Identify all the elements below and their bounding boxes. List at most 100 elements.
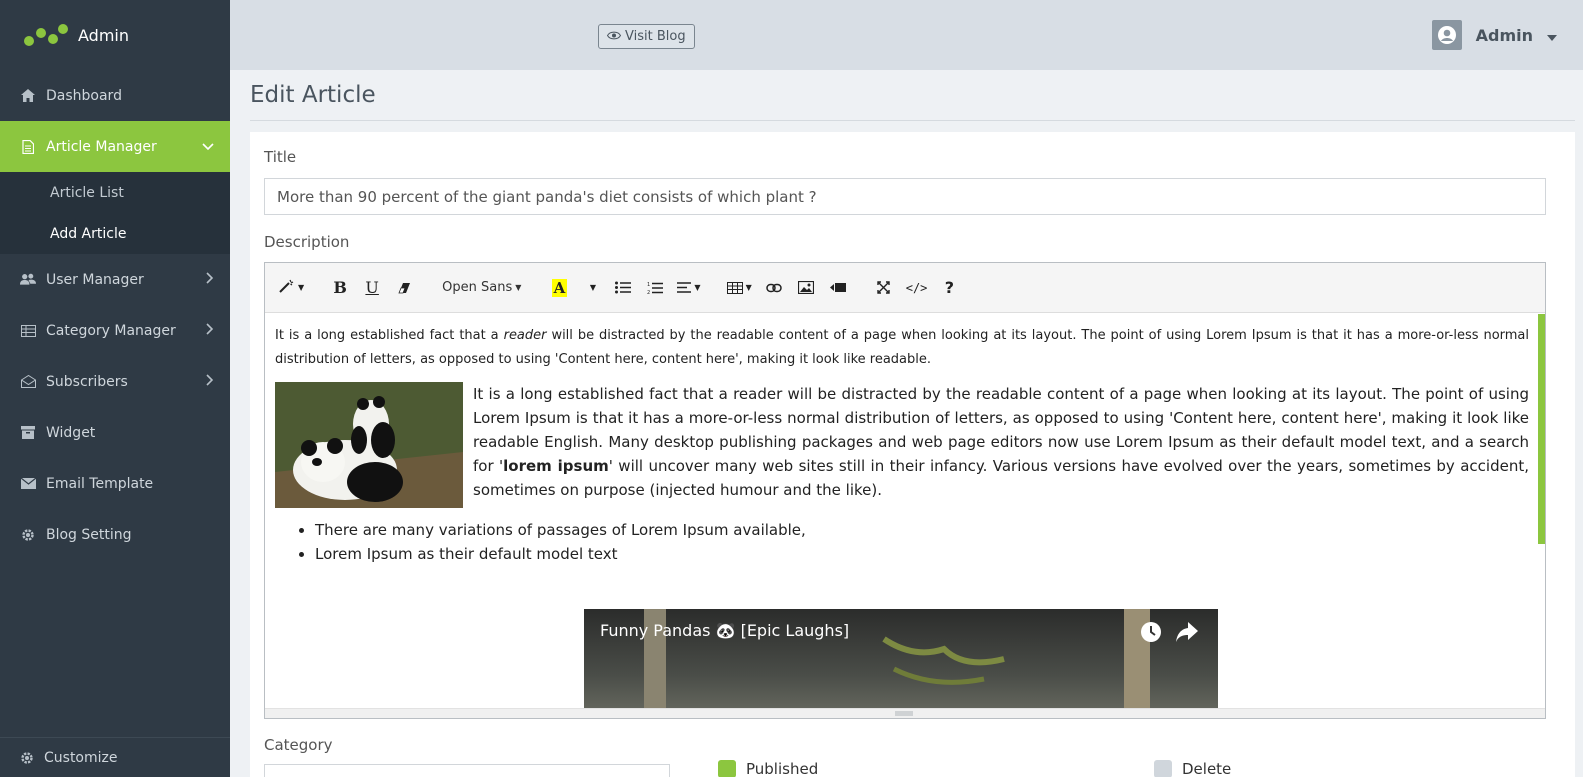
list-item: Lorem Ipsum as their default model text: [315, 542, 1529, 566]
rich-text-editor: ▼ B U Open Sans ▼ A ▼ 12 ▼ ▼ </> ? It is…: [264, 262, 1546, 719]
visit-blog-label: Visit Blog: [625, 29, 686, 44]
bold-icon[interactable]: B: [326, 274, 354, 302]
article-form: Title Description ▼ B U Open Sans ▼: [250, 132, 1575, 777]
article-submenu: Article List Add Article: [0, 172, 230, 254]
svg-text:1: 1: [647, 282, 650, 288]
sidebar-item-label: Subscribers: [46, 373, 128, 390]
highlight-color-icon[interactable]: A: [545, 274, 573, 302]
font-family-label: Open Sans: [442, 280, 513, 295]
submenu-item-add-article[interactable]: Add Article: [0, 213, 230, 254]
sidebar-item-label: User Manager: [46, 271, 144, 288]
caret-down-icon: ▼: [694, 283, 701, 292]
title-input[interactable]: [264, 178, 1546, 215]
eye-icon: [606, 29, 622, 44]
user-menu[interactable]: Admin: [1431, 20, 1557, 50]
divider: [250, 120, 1575, 121]
sidebar-item-customize[interactable]: Customize: [0, 737, 230, 777]
brand-name: Admin: [78, 25, 129, 45]
sidebar-item-label: Category Manager: [46, 322, 176, 339]
svg-text:2: 2: [647, 290, 650, 295]
gear-icon: [20, 528, 36, 542]
caret-down-icon: [1547, 26, 1557, 45]
users-icon: [20, 273, 36, 287]
archive-icon: [20, 426, 36, 440]
sidebar-item-label: Dashboard: [46, 87, 122, 104]
chevron-down-icon: [202, 139, 214, 155]
resize-grip-icon: [895, 711, 913, 716]
caret-down-icon: ▼: [515, 283, 522, 292]
underline-icon[interactable]: U: [358, 274, 386, 302]
sidebar-item-widget[interactable]: Widget: [0, 407, 230, 458]
page-title: Edit Article: [250, 82, 376, 108]
avatar: [1431, 20, 1462, 50]
link-icon[interactable]: [760, 274, 788, 302]
video-icon[interactable]: [824, 274, 852, 302]
sidebar-item-email-template[interactable]: Email Template: [0, 458, 230, 509]
caret-down-icon: ▼: [298, 283, 305, 292]
sidebar-item-category-manager[interactable]: Category Manager: [0, 305, 230, 356]
chevron-right-icon: [206, 374, 214, 390]
sidebar-item-label: Article Manager: [46, 138, 157, 155]
user-name: Admin: [1475, 25, 1533, 45]
code-view-icon[interactable]: </>: [902, 274, 932, 302]
delete-checkbox[interactable]: Delete: [1154, 760, 1231, 777]
brand[interactable]: Admin: [0, 0, 230, 70]
share-icon[interactable]: [1176, 622, 1198, 646]
content-list: There are many variations of passages of…: [275, 518, 1529, 566]
chevron-right-icon: [206, 272, 214, 288]
panda-image: [275, 382, 463, 508]
ordered-list-icon[interactable]: 12: [641, 274, 669, 302]
delete-label: Delete: [1182, 760, 1232, 777]
style-button[interactable]: ▼: [275, 274, 308, 302]
chevron-right-icon: [206, 323, 214, 339]
visit-blog-button[interactable]: Visit Blog: [598, 24, 695, 49]
content-paragraph: It is a long established fact that a rea…: [275, 328, 1530, 367]
published-label: Published: [746, 760, 819, 777]
caret-down-icon: ▼: [745, 283, 752, 292]
font-family-dropdown[interactable]: Open Sans ▼: [436, 274, 527, 302]
sidebar-item-article-manager[interactable]: Article Manager: [0, 121, 230, 172]
sidebar: Admin Dashboard Article Manager Article …: [0, 0, 230, 777]
color-caret-icon[interactable]: ▼: [577, 274, 605, 302]
category-label: Category: [264, 736, 333, 754]
watch-later-icon[interactable]: [1140, 621, 1162, 647]
gear-icon: [20, 751, 36, 765]
editor-toolbar: ▼ B U Open Sans ▼ A ▼ 12 ▼ ▼ </> ?: [265, 263, 1545, 313]
fullscreen-icon[interactable]: [870, 274, 898, 302]
sidebar-item-dashboard[interactable]: Dashboard: [0, 70, 230, 121]
help-icon[interactable]: ?: [935, 274, 963, 302]
list-item: There are many variations of passages of…: [315, 518, 1529, 542]
unordered-list-icon[interactable]: [609, 274, 637, 302]
envelope-icon: [20, 477, 36, 491]
table-icon: [20, 324, 36, 338]
description-label: Description: [264, 233, 350, 251]
align-icon[interactable]: ▼: [673, 274, 704, 302]
sidebar-item-label: Blog Setting: [46, 526, 132, 543]
file-icon: [20, 139, 36, 154]
home-icon: [20, 89, 36, 103]
eraser-icon[interactable]: [390, 274, 418, 302]
sidebar-item-label: Customize: [44, 749, 118, 766]
brand-logo-icon: [24, 22, 70, 48]
sidebar-item-user-manager[interactable]: User Manager: [0, 254, 230, 305]
content-paragraph: It is a long established fact that a rea…: [473, 385, 1529, 499]
editor-resize-handle[interactable]: [265, 708, 1545, 718]
checkbox-unchecked-icon: [1154, 760, 1172, 777]
category-select[interactable]: [264, 764, 670, 777]
image-icon[interactable]: [792, 274, 820, 302]
embedded-video[interactable]: Funny Pandas 🐼 [Epic Laughs]: [584, 609, 1218, 709]
checkbox-checked-icon: [718, 760, 736, 777]
editor-content[interactable]: It is a long established fact that a rea…: [265, 314, 1545, 709]
sidebar-item-subscribers[interactable]: Subscribers: [0, 356, 230, 407]
submenu-item-article-list[interactable]: Article List: [0, 172, 230, 213]
sidebar-item-label: Widget: [46, 424, 96, 441]
sidebar-item-blog-setting[interactable]: Blog Setting: [0, 509, 230, 560]
published-checkbox[interactable]: Published: [718, 760, 818, 777]
video-title: Funny Pandas 🐼 [Epic Laughs]: [600, 621, 850, 640]
topbar: Visit Blog Admin: [230, 0, 1583, 70]
title-label: Title: [264, 148, 297, 166]
sidebar-item-label: Email Template: [46, 475, 154, 492]
editor-scrollbar[interactable]: [1538, 314, 1545, 544]
envelope-open-icon: [20, 375, 36, 389]
table-icon[interactable]: ▼: [723, 274, 756, 302]
